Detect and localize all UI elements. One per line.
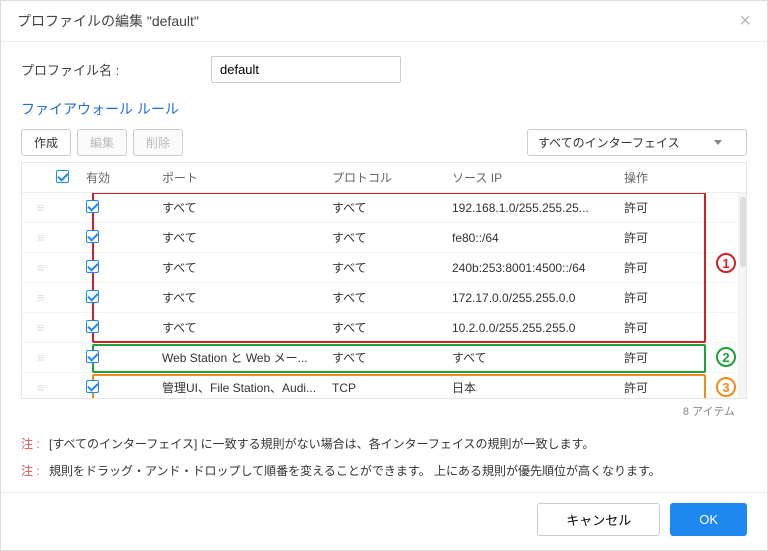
cell-action: 許可: [624, 319, 704, 336]
dialog-footer: キャンセル OK: [1, 492, 767, 550]
edit-button[interactable]: 編集: [77, 129, 127, 156]
cancel-button[interactable]: キャンセル: [537, 503, 660, 536]
form-row-profile-name: プロファイル名 :: [21, 56, 747, 83]
cell-source: 192.168.1.0/255.255.25...: [452, 201, 624, 215]
cell-protocol: すべて: [332, 289, 452, 306]
grid-footer: 8 アイテム: [21, 399, 747, 421]
annotation-3: 3: [716, 377, 736, 397]
dialog-body: プロファイル名 : ファイアウォール ルール 作成 編集 削除 すべてのインター…: [1, 42, 767, 492]
table-row[interactable]: ≡すべてすべて192.168.1.0/255.255.25...許可: [22, 193, 738, 223]
create-button[interactable]: 作成: [21, 129, 71, 156]
note-label: 注 :: [21, 437, 40, 451]
table-row[interactable]: ≡すべてすべて240b:253:8001:4500::/64許可: [22, 253, 738, 283]
profile-name-label: プロファイル名 :: [21, 60, 211, 79]
chevron-down-icon: [714, 140, 722, 145]
col-protocol: プロトコル: [332, 169, 452, 186]
cell-source: 172.17.0.0/255.255.0.0: [452, 291, 624, 305]
drag-handle-icon[interactable]: ≡: [26, 350, 56, 365]
row-checkbox[interactable]: [86, 320, 99, 333]
row-checkbox[interactable]: [86, 380, 99, 393]
cell-source: 10.2.0.0/255.255.255.0: [452, 321, 624, 335]
cell-source: 240b:253:8001:4500::/64: [452, 261, 624, 275]
tab-row: ファイアウォール ルール: [21, 99, 747, 119]
cell-action: 許可: [624, 289, 704, 306]
notes: 注 : [すべてのインターフェイス] に一致する規則がない場合は、各インターフェ…: [21, 421, 747, 484]
annotation-1: 1: [716, 253, 736, 273]
note-line-1: 注 : [すべてのインターフェイス] に一致する規則がない場合は、各インターフェ…: [21, 431, 747, 457]
annotation-2: 2: [716, 347, 736, 367]
row-checkbox[interactable]: [86, 230, 99, 243]
row-checkbox[interactable]: [86, 350, 99, 363]
cell-protocol: すべて: [332, 229, 452, 246]
col-action: 操作: [624, 169, 704, 186]
ok-button[interactable]: OK: [670, 503, 747, 536]
cell-port: すべて: [162, 319, 332, 336]
cell-protocol: すべて: [332, 199, 452, 216]
header-checkbox[interactable]: [56, 170, 69, 183]
col-port: ポート: [162, 169, 332, 186]
cell-port: すべて: [162, 289, 332, 306]
note-label: 注 :: [21, 464, 40, 478]
cell-action: 許可: [624, 379, 704, 396]
cell-action: 許可: [624, 199, 704, 216]
interface-select-value: すべてのインターフェイス: [538, 134, 680, 151]
drag-handle-icon[interactable]: ≡: [26, 290, 56, 305]
row-checkbox[interactable]: [86, 260, 99, 273]
table-row[interactable]: ≡Web Station と Web メー...すべてすべて許可: [22, 343, 738, 373]
row-checkbox[interactable]: [86, 290, 99, 303]
scroll-thumb[interactable]: [740, 197, 746, 267]
profile-name-input[interactable]: [211, 56, 401, 83]
col-enabled: 有効: [86, 169, 162, 186]
table-row[interactable]: ≡すべてすべて10.2.0.0/255.255.255.0許可: [22, 313, 738, 343]
table-row[interactable]: ≡すべてすべてfe80::/64許可: [22, 223, 738, 253]
cell-protocol: すべて: [332, 319, 452, 336]
rules-grid: 有効 ポート プロトコル ソース IP 操作 1 2: [21, 162, 747, 399]
delete-button[interactable]: 削除: [133, 129, 183, 156]
interface-select[interactable]: すべてのインターフェイス: [527, 129, 747, 156]
cell-source: 日本: [452, 379, 624, 396]
close-icon[interactable]: ×: [739, 11, 751, 31]
cell-protocol: TCP: [332, 381, 452, 395]
vertical-scrollbar[interactable]: [738, 193, 746, 398]
drag-handle-icon[interactable]: ≡: [26, 380, 56, 395]
cell-source: fe80::/64: [452, 231, 624, 245]
tab-firewall-rules[interactable]: ファイアウォール ルール: [21, 101, 179, 117]
table-row[interactable]: ≡すべてすべて172.17.0.0/255.255.0.0許可: [22, 283, 738, 313]
drag-handle-icon[interactable]: ≡: [26, 200, 56, 215]
drag-handle-icon[interactable]: ≡: [26, 230, 56, 245]
cell-action: 許可: [624, 349, 704, 366]
dialog-title: プロファイルの編集 "default": [17, 11, 199, 31]
cell-action: 許可: [624, 229, 704, 246]
cell-protocol: すべて: [332, 349, 452, 366]
drag-handle-icon[interactable]: ≡: [26, 320, 56, 335]
cell-protocol: すべて: [332, 259, 452, 276]
grid-body: 1 2 3 4 ≡すべてすべて192.168.1.0/255.255.25...…: [22, 193, 738, 398]
drag-handle-icon[interactable]: ≡: [26, 260, 56, 275]
row-checkbox[interactable]: [86, 200, 99, 213]
cell-source: すべて: [452, 349, 624, 366]
cell-action: 許可: [624, 259, 704, 276]
cell-port: すべて: [162, 229, 332, 246]
cell-port: Web Station と Web メー...: [162, 349, 332, 366]
cell-port: すべて: [162, 199, 332, 216]
cell-port: 管理UI、File Station、Audi...: [162, 379, 332, 396]
note-line-2: 注 : 規則をドラッグ・アンド・ドロップして順番を変えることができます。 上にあ…: [21, 458, 747, 484]
dialog-edit-profile: プロファイルの編集 "default" × プロファイル名 : ファイアウォール…: [0, 0, 768, 551]
titlebar: プロファイルの編集 "default" ×: [1, 1, 767, 42]
grid-header: 有効 ポート プロトコル ソース IP 操作: [22, 163, 746, 193]
cell-port: すべて: [162, 259, 332, 276]
col-source-ip: ソース IP: [452, 169, 624, 186]
toolbar: 作成 編集 削除 すべてのインターフェイス: [21, 129, 747, 156]
table-row[interactable]: ≡ 管理UI、File Station、Audi...TCP日本許可: [22, 373, 738, 398]
